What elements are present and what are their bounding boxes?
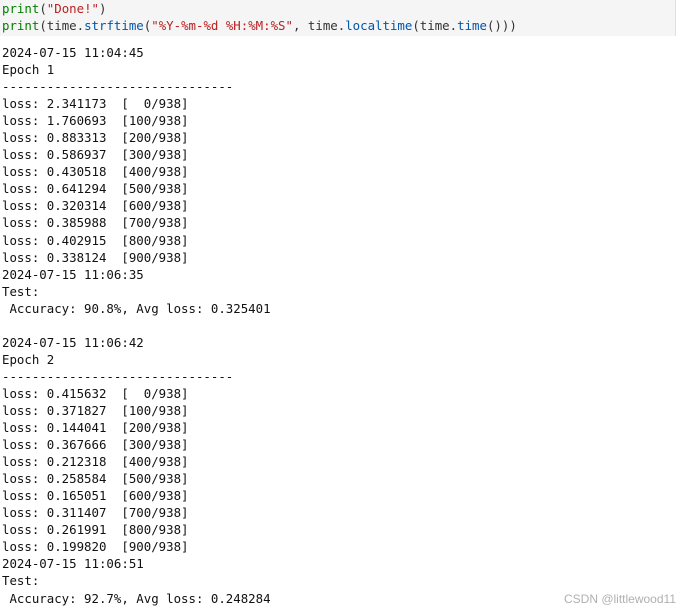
output-line: loss: 0.261991 [800/938] — [2, 522, 189, 538]
paren: ())) — [486, 18, 517, 33]
output-line: loss: 0.144041 [200/938] — [2, 420, 189, 436]
output-line: loss: 1.760693 [100/938] — [2, 113, 189, 129]
function-call: localtime — [345, 18, 413, 33]
code-line-1[interactable]: print("Done!") — [2, 0, 106, 17]
output-line: loss: 0.311407 [700/938] — [2, 505, 189, 521]
output-line: Epoch 2 — [2, 351, 55, 367]
output-line: loss: 0.430518 [400/938] — [2, 164, 189, 180]
code-cell[interactable]: print("Done!") print(time.strftime("%Y-%… — [0, 0, 676, 36]
paren: ( — [39, 1, 47, 16]
output-line: loss: 0.586937 [300/938] — [2, 147, 189, 163]
code-text: (time. — [39, 18, 85, 33]
output-line: Accuracy: 90.8%, Avg loss: 0.325401 — [2, 300, 271, 316]
output-line: loss: 0.415632 [ 0/938] — [2, 385, 189, 401]
builtin-print: print — [2, 18, 40, 33]
string-literal: "%Y-%m-%d %H:%M:%S" — [151, 18, 293, 33]
output-line: 2024-07-15 11:06:42 — [2, 334, 144, 350]
string-literal: "Done!" — [46, 1, 99, 16]
output-line: loss: 0.367666 [300/938] — [2, 437, 189, 453]
output-line: Test: — [2, 573, 40, 589]
output-line: loss: 0.385988 [700/938] — [2, 215, 189, 231]
function-call: time — [457, 18, 487, 33]
output-line: loss: 0.371827 [100/938] — [2, 402, 189, 418]
output-line: loss: 0.338124 [900/938] — [2, 249, 189, 265]
output-line: 2024-07-15 11:06:35 — [2, 266, 144, 282]
function-call: strftime — [84, 18, 144, 33]
paren: ) — [99, 1, 107, 16]
cell-output: 2024-07-15 11:04:45 Epoch 1 --------------… — [2, 44, 686, 607]
output-line: ------------------------------- — [2, 79, 234, 95]
output-line: 2024-07-15 11:06:51 — [2, 556, 144, 572]
output-line: loss: 0.883313 [200/938] — [2, 130, 189, 146]
code-line-2[interactable]: print(time.strftime("%Y-%m-%d %H:%M:%S",… — [2, 17, 517, 34]
code-text: , time. — [292, 18, 346, 33]
code-text: (time. — [412, 18, 458, 33]
output-line: loss: 2.341173 [ 0/938] — [2, 96, 189, 112]
output-line: loss: 0.320314 [600/938] — [2, 198, 189, 214]
output-line: loss: 0.258584 [500/938] — [2, 471, 189, 487]
output-line: loss: 0.641294 [500/938] — [2, 181, 189, 197]
output-line: Test: — [2, 283, 40, 299]
watermark: CSDN @littlewood11 — [563, 592, 676, 606]
output-line: 2024-07-15 11:04:45 — [2, 45, 144, 60]
output-line: loss: 0.402915 [800/938] — [2, 232, 189, 248]
output-line: loss: 0.165051 [600/938] — [2, 488, 189, 504]
output-line: loss: 0.199820 [900/938] — [2, 539, 189, 555]
output-line: loss: 0.212318 [400/938] — [2, 454, 189, 470]
builtin-print: print — [2, 1, 40, 16]
output-line: Epoch 1 — [2, 62, 55, 78]
output-line: ------------------------------- — [2, 368, 234, 384]
